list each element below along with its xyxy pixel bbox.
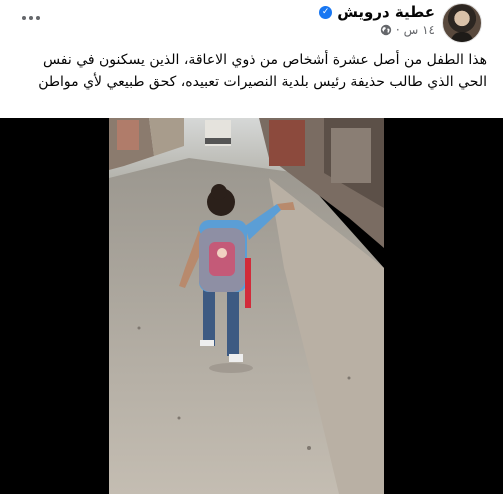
meta-separator: ·	[395, 23, 400, 37]
author-name[interactable]: عطية درويش	[337, 3, 435, 21]
author-avatar[interactable]	[442, 3, 482, 43]
globe-icon	[380, 24, 392, 36]
author-header: عطية درويش ✓	[319, 3, 435, 21]
more-options-icon[interactable]	[18, 8, 44, 28]
post-video[interactable]	[0, 118, 503, 494]
post-text: هذا الطفل من أصل عشرة أشخاص من ذوي الاعا…	[38, 52, 487, 90]
video-thumbnail	[109, 118, 384, 494]
post-meta: ١٤ س ·	[380, 23, 435, 37]
facebook-post: عطية درويش ✓ ١٤ س · هذا الطفل من أصل عشر…	[0, 0, 503, 494]
video-frame	[109, 118, 384, 494]
verified-badge-icon: ✓	[319, 5, 333, 19]
post-timestamp[interactable]: ١٤ س	[404, 23, 435, 37]
